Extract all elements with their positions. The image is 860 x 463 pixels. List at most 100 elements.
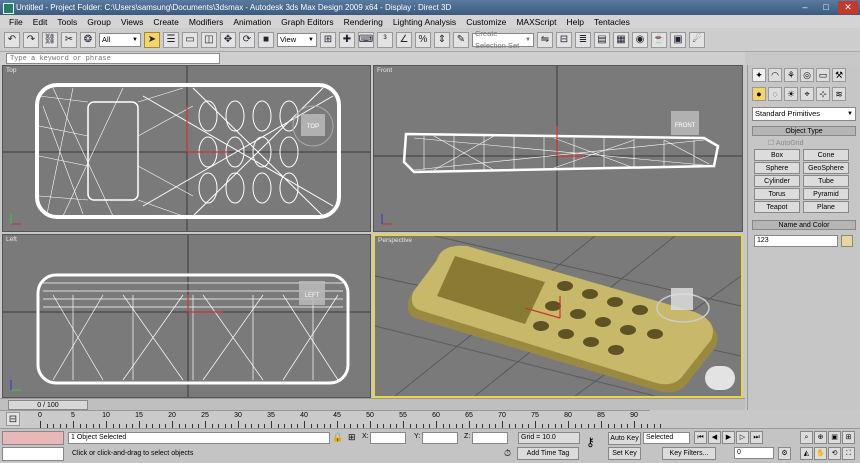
- menu-group[interactable]: Group: [82, 17, 116, 27]
- menu-maxscript[interactable]: MAXScript: [511, 17, 561, 27]
- motion-tab-icon[interactable]: ◎: [800, 68, 814, 82]
- select-by-name-icon[interactable]: ☰: [163, 31, 179, 48]
- undo-icon[interactable]: ↶: [4, 31, 20, 48]
- cylinder-button[interactable]: Cylinder: [754, 175, 800, 187]
- viewcube-front-label[interactable]: FRONT: [675, 123, 696, 129]
- viewcube-top-label[interactable]: TOP: [307, 124, 319, 130]
- create-tab-icon[interactable]: ✦: [752, 68, 766, 82]
- plane-button[interactable]: Plane: [803, 201, 849, 213]
- link-icon[interactable]: ⛓: [42, 31, 58, 48]
- menu-modifiers[interactable]: Modifiers: [184, 17, 228, 27]
- set-key-button[interactable]: Set Key: [608, 447, 641, 460]
- hierarchy-tab-icon[interactable]: ⚘: [784, 68, 798, 82]
- time-slider-thumb[interactable]: 0 / 100: [8, 400, 88, 410]
- viewport-top[interactable]: Top TOP: [2, 65, 371, 232]
- spinner-snap-icon[interactable]: ⇕: [434, 31, 450, 48]
- tube-button[interactable]: Tube: [803, 175, 849, 187]
- select-move-icon[interactable]: ✥: [220, 31, 236, 48]
- viewport-label-perspective[interactable]: Perspective: [378, 237, 412, 244]
- pan-view-icon[interactable]: ✋: [814, 447, 827, 460]
- rectangular-selection-icon[interactable]: ▭: [182, 31, 198, 48]
- go-to-end-icon[interactable]: ⏭: [750, 431, 763, 444]
- object-type-rollout[interactable]: Object Type: [752, 126, 856, 136]
- unlink-icon[interactable]: ✂: [61, 31, 77, 48]
- space-warps-icon[interactable]: ≋: [832, 87, 846, 101]
- add-time-tag-button[interactable]: Add Time Tag: [517, 447, 579, 460]
- key-icon[interactable]: ⚷: [586, 435, 595, 449]
- window-crossing-icon[interactable]: ◫: [201, 31, 217, 48]
- bind-spacewarp-icon[interactable]: ❂: [80, 31, 96, 48]
- quick-render-icon[interactable]: ☄: [689, 31, 705, 48]
- previous-frame-icon[interactable]: ◀: [708, 431, 721, 444]
- snaps-toggle-icon[interactable]: ³: [377, 31, 393, 48]
- select-scale-icon[interactable]: ■: [258, 31, 274, 48]
- keyboard-shortcut-icon[interactable]: ⌨: [358, 31, 374, 48]
- menu-views[interactable]: Views: [116, 17, 149, 27]
- selection-filter-dropdown[interactable]: All ▼: [99, 32, 141, 47]
- go-to-start-icon[interactable]: ⏮: [694, 431, 707, 444]
- pivot-center-icon[interactable]: ⊞: [320, 31, 336, 48]
- current-frame-field[interactable]: 0: [734, 447, 774, 459]
- teapot-button[interactable]: Teapot: [754, 201, 800, 213]
- render-setup-icon[interactable]: ☕: [651, 31, 667, 48]
- geometry-icon[interactable]: ●: [752, 87, 766, 101]
- next-frame-icon[interactable]: ▷: [736, 431, 749, 444]
- y-coordinate-field[interactable]: [422, 432, 458, 444]
- menu-file[interactable]: File: [4, 17, 28, 27]
- zoom-extents-all-icon[interactable]: ⊞: [842, 431, 855, 444]
- menu-create[interactable]: Create: [148, 17, 184, 27]
- mirror-icon[interactable]: ⇋: [537, 31, 553, 48]
- app-icon[interactable]: [3, 3, 14, 14]
- lock-icon[interactable]: 🔒: [332, 432, 343, 443]
- minimize-button[interactable]: –: [795, 1, 815, 14]
- utilities-tab-icon[interactable]: ⚒: [832, 68, 846, 82]
- x-coordinate-field[interactable]: [370, 432, 406, 444]
- menu-rendering[interactable]: Rendering: [339, 17, 388, 27]
- select-object-icon[interactable]: ➤: [144, 31, 160, 48]
- select-manipulate-icon[interactable]: ✚: [339, 31, 355, 48]
- viewport-perspective[interactable]: Perspective: [373, 234, 743, 398]
- schematic-view-icon[interactable]: ▦: [613, 31, 629, 48]
- field-of-view-icon[interactable]: ◭: [800, 447, 813, 460]
- menu-tools[interactable]: Tools: [52, 17, 82, 27]
- pyramid-button[interactable]: Pyramid: [803, 188, 849, 200]
- viewport-left[interactable]: Left LEFT: [2, 234, 371, 398]
- menu-help[interactable]: Help: [562, 17, 589, 27]
- object-name-field[interactable]: 123: [754, 235, 838, 247]
- name-and-color-rollout[interactable]: Name and Color: [752, 220, 856, 230]
- primitive-category-dropdown[interactable]: Standard Primitives ▼: [752, 107, 856, 121]
- time-configuration-icon[interactable]: ⚙: [778, 447, 791, 460]
- torus-button[interactable]: Torus: [754, 188, 800, 200]
- viewport-label-left[interactable]: Left: [6, 236, 17, 243]
- cameras-icon[interactable]: ⌖: [800, 87, 814, 101]
- zoom-all-icon[interactable]: ⊕: [814, 431, 827, 444]
- percent-snap-icon[interactable]: %: [415, 31, 431, 48]
- viewport-front[interactable]: Front FRONT: [373, 65, 743, 232]
- edit-named-selections-icon[interactable]: ✎: [453, 31, 469, 48]
- zoom-extents-icon[interactable]: ▣: [828, 431, 841, 444]
- menu-graph-editors[interactable]: Graph Editors: [276, 17, 338, 27]
- play-icon[interactable]: ▶: [722, 431, 735, 444]
- orbit-icon[interactable]: ⟲: [828, 447, 841, 460]
- shapes-icon[interactable]: ◌: [768, 87, 782, 101]
- z-coordinate-field[interactable]: [472, 432, 508, 444]
- search-input[interactable]: [6, 53, 220, 64]
- select-rotate-icon[interactable]: ⟳: [239, 31, 255, 48]
- viewcube-left-label[interactable]: LEFT: [305, 293, 320, 299]
- sphere-button[interactable]: Sphere: [754, 162, 800, 174]
- viewport-label-top[interactable]: Top: [6, 67, 16, 74]
- track-bar[interactable]: ⊟ 0 5 10 15 20 25 30 35 40 45 50 55 60 65 70 75 80 85 90: [0, 410, 662, 428]
- named-selection-sets-dropdown[interactable]: Create Selection Set ▼: [472, 29, 534, 50]
- maxscript-listener-mini[interactable]: [2, 431, 64, 445]
- mini-curve-editor-icon[interactable]: ⊟: [6, 412, 20, 426]
- zoom-icon[interactable]: ⌕: [800, 431, 813, 444]
- menu-edit[interactable]: Edit: [28, 17, 53, 27]
- object-color-swatch[interactable]: [841, 235, 853, 247]
- angle-snap-icon[interactable]: ∠: [396, 31, 412, 48]
- cone-button[interactable]: Cone: [803, 149, 849, 161]
- modify-tab-icon[interactable]: ◠: [768, 68, 782, 82]
- close-button[interactable]: ✕: [838, 1, 858, 14]
- auto-key-button[interactable]: Auto Key: [608, 432, 641, 445]
- menu-lighting-analysis[interactable]: Lighting Analysis: [388, 17, 461, 27]
- reference-coordinate-dropdown[interactable]: View ▼: [277, 32, 317, 47]
